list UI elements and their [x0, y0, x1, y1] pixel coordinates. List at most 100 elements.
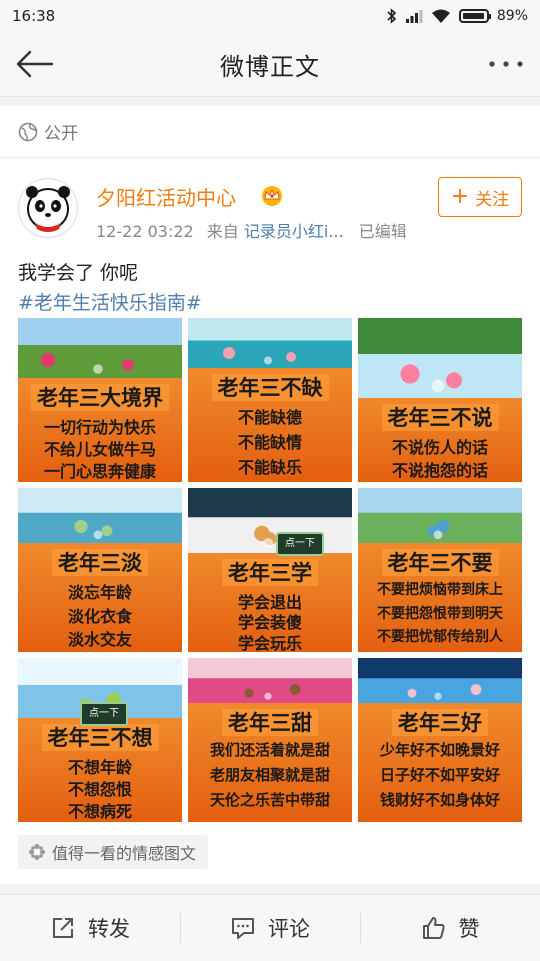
scene-picture	[358, 488, 522, 543]
back-arrow-icon[interactable]	[12, 44, 56, 84]
follow-label: 关注	[475, 189, 510, 210]
image-caption-line: 不说抱怨的话	[391, 461, 488, 480]
image-title-text: 老年三不要	[381, 549, 499, 576]
image-title: 老年三淡	[18, 547, 182, 577]
image-caption-line: 日子好不如平安好	[379, 766, 500, 784]
image-title-text: 老年三学	[222, 559, 318, 586]
page-title: 微博正文	[220, 52, 320, 81]
status-icons: 89%	[387, 8, 528, 24]
post-timestamp: 12-22 03:22	[96, 222, 194, 241]
hashtag-link[interactable]: #老年生活快乐指南#	[18, 288, 202, 315]
image-title-text: 老年三甜	[222, 709, 318, 736]
scene-picture	[358, 318, 522, 398]
source-link[interactable]: 记录员小红i...	[244, 222, 344, 241]
image-caption-line: 不想病死	[67, 802, 132, 821]
scene-picture	[188, 318, 352, 368]
signal-icon	[405, 10, 423, 23]
image-title: 老年三不要	[358, 547, 522, 577]
follow-button[interactable]: + 关注	[438, 177, 522, 217]
thumbs-up-icon	[422, 917, 445, 939]
image-caption-line: 不要把忧郁传给别人	[377, 629, 503, 646]
comment-label: 评论	[268, 917, 310, 941]
avatar[interactable]	[18, 178, 78, 238]
image-title: 老年三好	[358, 707, 522, 737]
image-caption-line: 我们还活着就是甜	[209, 741, 330, 759]
image-title-text: 老年三不说	[381, 404, 499, 431]
image-caption-line: 钱财好不如身体好	[379, 791, 500, 809]
image-tile[interactable]: 老年三不说 不说伤人的话 不说抱怨的话	[358, 318, 522, 482]
panda-avatar-icon	[26, 186, 70, 232]
globe-icon	[18, 122, 38, 141]
image-caption-line: 不要把烦恼带到床上	[377, 582, 503, 598]
image-title-text: 老年三淡	[52, 549, 148, 576]
bluetooth-icon	[387, 8, 397, 24]
visibility-row: 公开	[0, 106, 540, 158]
tap-badge: 点一下	[276, 532, 324, 556]
flower-icon	[29, 844, 45, 860]
image-caption-line: 不能缺德	[237, 408, 302, 427]
tap-badge: 点一下	[80, 702, 128, 726]
visibility-label: 公开	[44, 124, 78, 144]
image-caption-line: 不想怨恨	[67, 780, 132, 799]
image-title: 老年三大境界	[18, 382, 182, 412]
repost-icon	[53, 918, 73, 938]
like-label: 赞	[458, 917, 480, 941]
image-tile[interactable]: 老年三好少年好不如晚景好 日子好不如平安好 钱财好不如身体好	[358, 658, 522, 822]
topic-tag[interactable]: 值得一看的情感图文	[18, 835, 209, 869]
image-caption-line: 淡水交友	[67, 630, 132, 650]
navigation-bar: 微博正文	[0, 32, 540, 97]
scene-picture	[358, 658, 522, 703]
scene-picture	[18, 318, 182, 378]
scene-picture	[188, 658, 352, 703]
action-bar: 转发 评论 赞	[0, 894, 540, 961]
post-meta: 12-22 03:22 来自 记录员小红i... 已编辑	[96, 218, 407, 242]
wifi-icon	[431, 9, 450, 23]
image-caption-line: 学会玩乐	[237, 633, 302, 652]
like-button[interactable]: 赞	[360, 895, 540, 961]
image-title: 老年三学	[188, 557, 352, 587]
more-icon[interactable]	[488, 54, 524, 74]
edited-label[interactable]: 已编辑	[359, 222, 407, 241]
image-caption-line: 淡化衣食	[67, 606, 132, 626]
image-title-text: 老年三大境界	[31, 384, 169, 411]
image-caption-line: 不想年龄	[67, 758, 132, 777]
status-time: 16:38	[12, 7, 56, 25]
image-title-text: 老年三不想	[41, 724, 159, 751]
username[interactable]: 夕阳红活动中心	[96, 182, 236, 211]
image-title: 老年三不缺	[188, 372, 352, 402]
image-caption-line: 不能缺情	[237, 433, 302, 452]
image-title-text: 老年三不缺	[211, 374, 329, 401]
image-title-text: 老年三好	[392, 709, 488, 736]
image-title: 老年三不说	[358, 402, 522, 432]
post-card: 夕阳红活动中心 12-22 03:22 来自 记录员小红i... 已编辑 + 关…	[0, 158, 540, 884]
comment-button[interactable]: 评论	[180, 895, 360, 961]
image-caption-line: 淡忘年龄	[67, 583, 132, 602]
image-grid: 老年三大境界 一切行动为快乐 不给儿女做牛马 一门心思奔健康 老年三不缺 不能缺德 不能缺情…	[18, 318, 522, 823]
image-tile[interactable]: 老年三不想不想年龄不想怨恨不想病死 点一下	[18, 658, 182, 822]
image-caption-line: 一门心思奔健康	[43, 462, 156, 481]
image-caption-line: 天伦之乐苦中带甜	[209, 791, 330, 809]
status-bar: 16:38 89%	[0, 0, 540, 32]
image-caption-line: 不要把怨恨带到明天	[377, 605, 503, 622]
plus-icon: +	[450, 184, 470, 209]
repost-label: 转发	[88, 917, 130, 941]
image-tile[interactable]: 老年三不缺不能缺德不能缺情不能缺乐	[188, 318, 352, 482]
image-caption-line: 一切行动为快乐	[43, 418, 156, 437]
battery-level: 89%	[496, 8, 528, 24]
image-title: 老年三不想	[18, 722, 182, 752]
image-tile[interactable]: 老年三学 学会退出 学会装傻 学会玩乐 点一下	[188, 488, 352, 652]
image-tile[interactable]: 老年三不要不要把烦恼带到床上 不要把怨恨带到明天 不要把忧郁传给别人	[358, 488, 522, 652]
comment-icon	[232, 918, 254, 939]
source-prefix: 来自	[206, 222, 239, 241]
post-text: 我学会了 你呢	[18, 262, 139, 284]
vip-crown-icon[interactable]	[260, 184, 284, 206]
image-tile[interactable]: 老年三甜我们还活着就是甜 老朋友相聚就是甜 天伦之乐苦中带甜	[188, 658, 352, 822]
image-caption-line: 少年好不如晚景好	[379, 741, 500, 759]
image-caption-line: 不能缺乐	[237, 458, 302, 477]
image-tile[interactable]: 老年三淡淡忘年龄淡化衣食淡水交友	[18, 488, 182, 652]
scene-picture	[18, 488, 182, 543]
image-caption-line: 老朋友相聚就是甜	[209, 766, 330, 784]
battery-icon	[458, 9, 491, 23]
repost-button[interactable]: 转发	[0, 895, 180, 961]
image-tile[interactable]: 老年三大境界 一切行动为快乐 不给儿女做牛马 一门心思奔健康	[18, 318, 182, 482]
